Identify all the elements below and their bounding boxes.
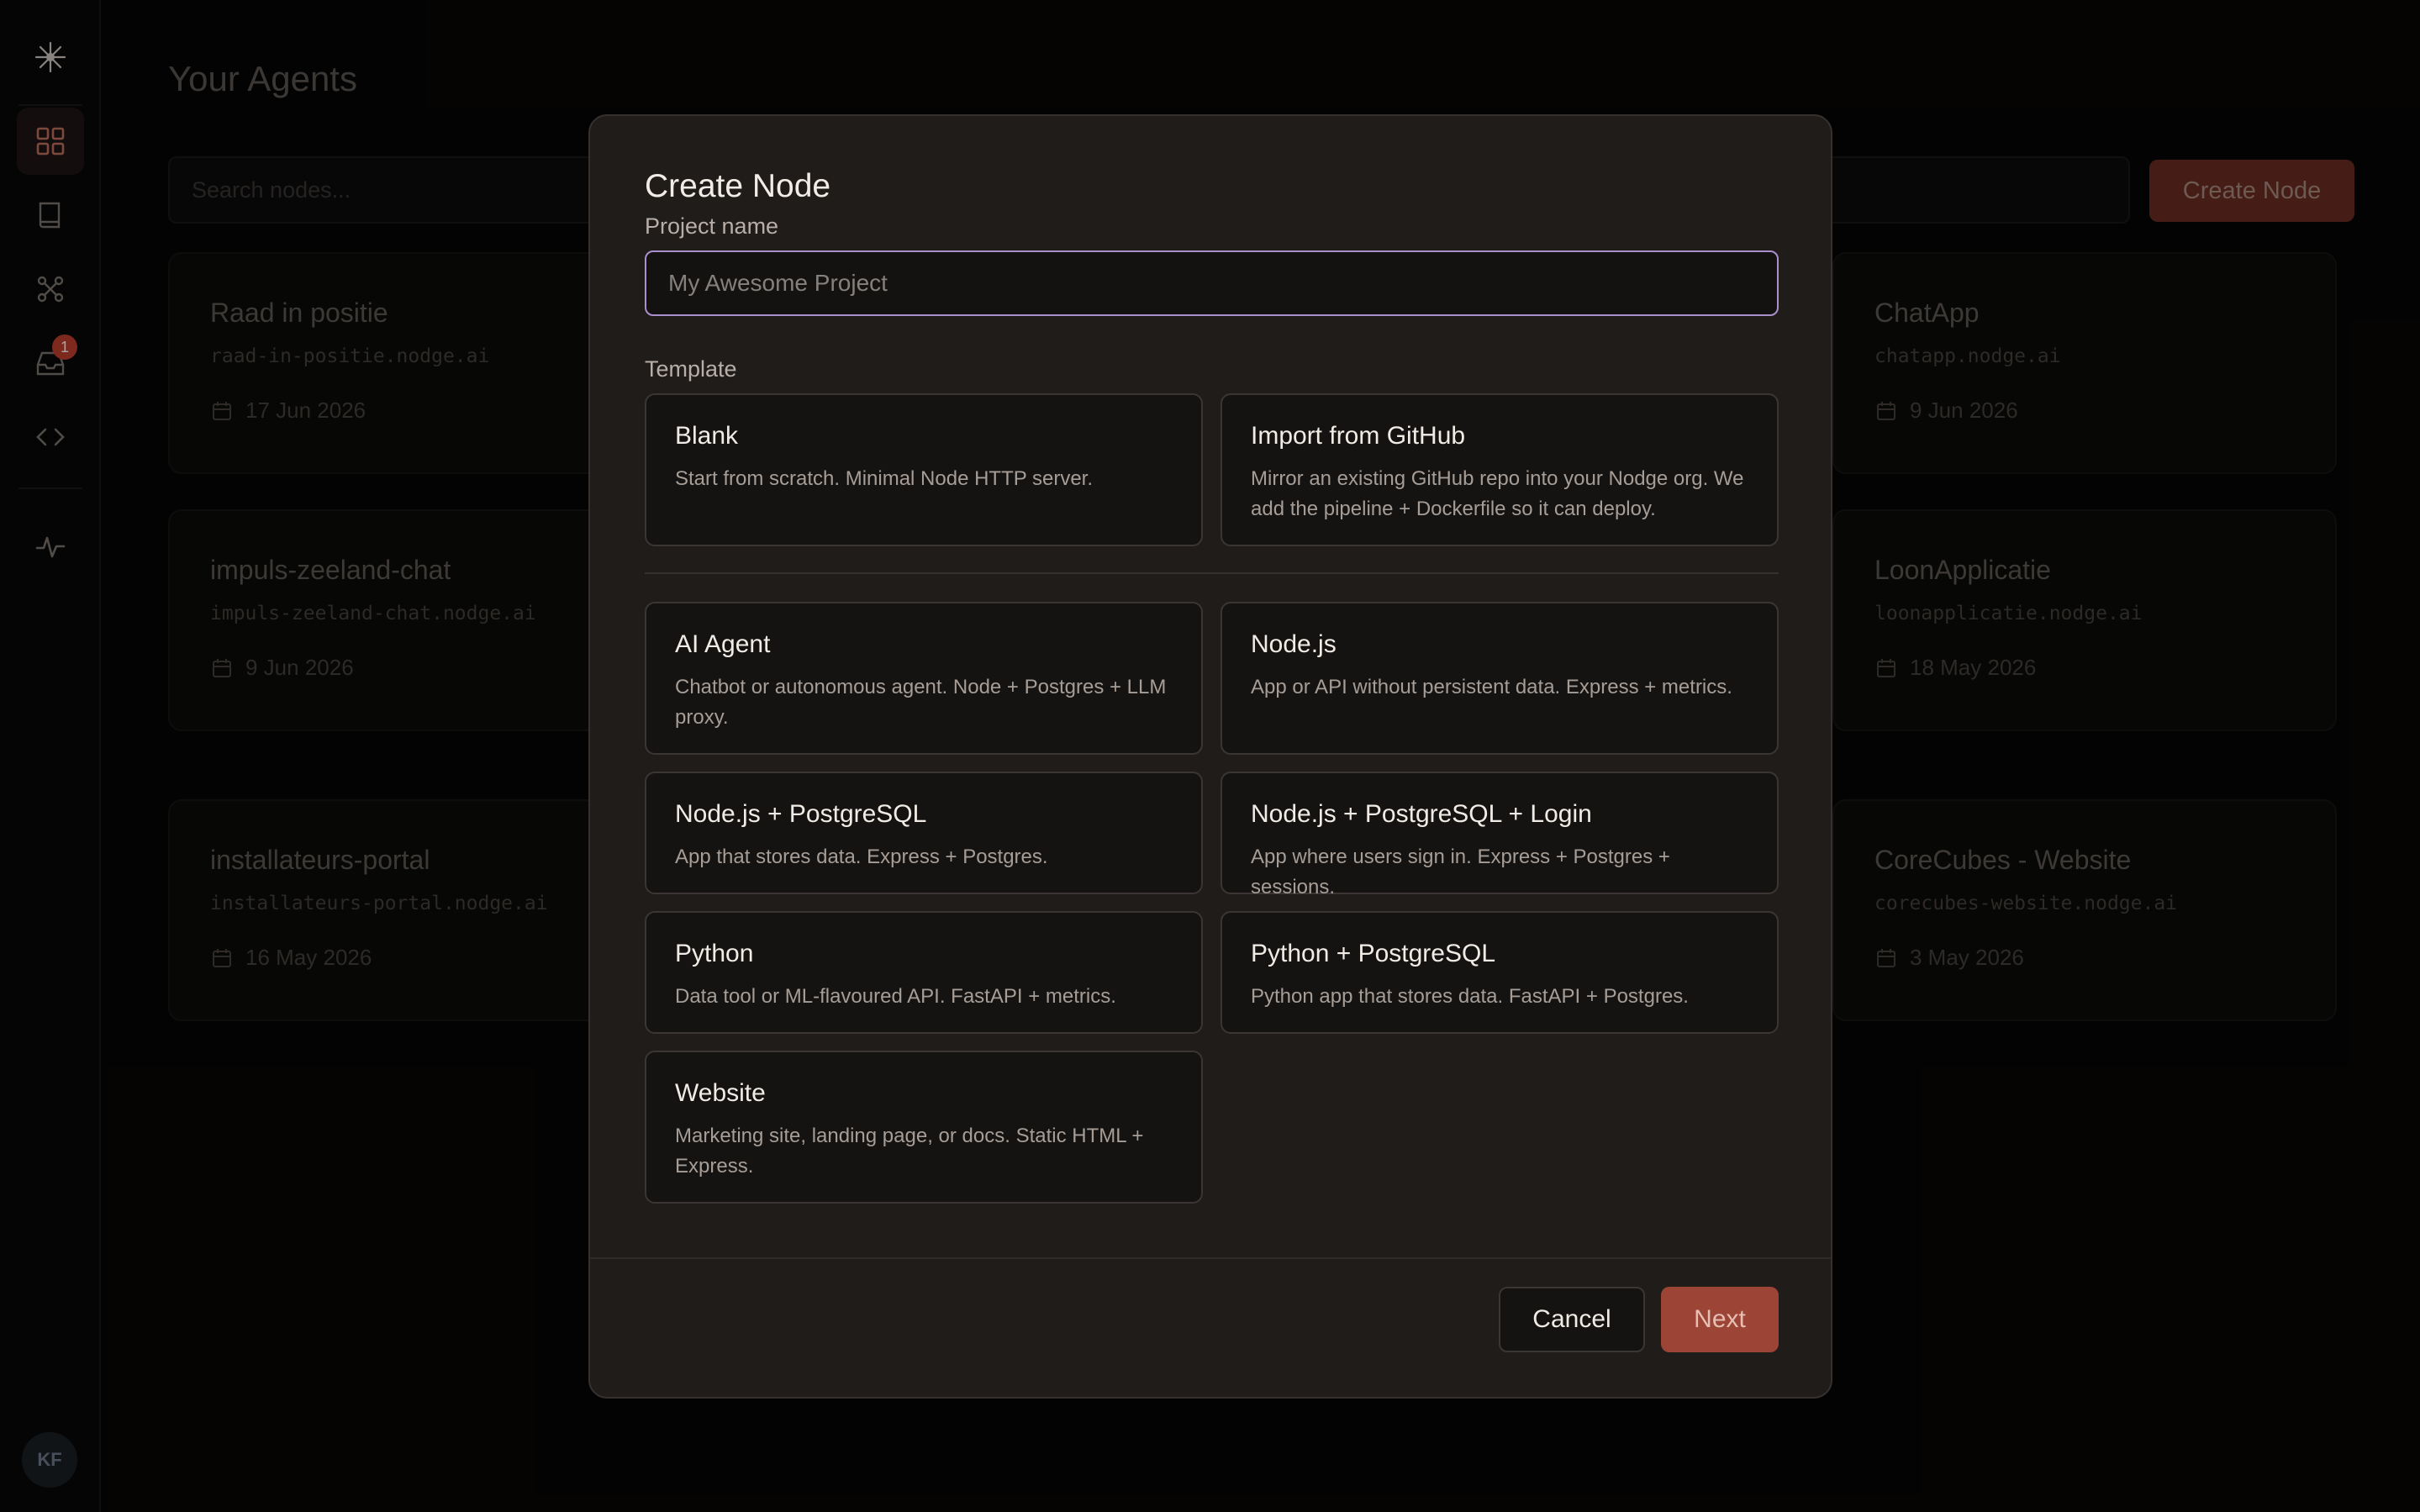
template-option-nodejs-postgresql[interactable]: Node.js + PostgreSQL App that stores dat… bbox=[645, 772, 1203, 894]
template-description: App that stores data. Express + Postgres… bbox=[675, 846, 1048, 868]
template-option-import-github[interactable]: Import from GitHub Mirror an existing Gi… bbox=[1221, 393, 1779, 546]
template-title: Node.js bbox=[1251, 630, 1337, 658]
template-option-python[interactable]: Python Data tool or ML-flavoured API. Fa… bbox=[645, 911, 1203, 1034]
template-option-ai-agent[interactable]: AI Agent Chatbot or autonomous agent. No… bbox=[645, 602, 1203, 755]
template-option-nodejs[interactable]: Node.js App or API without persistent da… bbox=[1221, 602, 1779, 755]
template-label: Template bbox=[645, 356, 737, 382]
template-description: App where users sign in. Express + Postg… bbox=[1251, 846, 1670, 898]
next-button[interactable]: Next bbox=[1661, 1287, 1779, 1352]
template-description: Mirror an existing GitHub repo into your… bbox=[1251, 467, 1744, 520]
dialog-title: Create Node bbox=[645, 168, 831, 204]
create-node-dialog: Create Node Project name Template Blank … bbox=[588, 114, 1832, 1399]
template-title: Website bbox=[675, 1079, 766, 1107]
template-description: App or API without persistent data. Expr… bbox=[1251, 676, 1732, 698]
template-title: Node.js + PostgreSQL + Login bbox=[1251, 800, 1592, 828]
template-title: AI Agent bbox=[675, 630, 771, 658]
template-option-website[interactable]: Website Marketing site, landing page, or… bbox=[645, 1051, 1203, 1204]
template-option-python-postgresql[interactable]: Python + PostgreSQL Python app that stor… bbox=[1221, 911, 1779, 1034]
template-title: Import from GitHub bbox=[1251, 422, 1466, 450]
project-name-label: Project name bbox=[645, 213, 779, 239]
template-option-nodejs-postgresql-login[interactable]: Node.js + PostgreSQL + Login App where u… bbox=[1221, 772, 1779, 898]
template-title: Python + PostgreSQL bbox=[1251, 940, 1496, 967]
template-description: Marketing site, landing page, or docs. S… bbox=[675, 1125, 1144, 1177]
template-title: Node.js + PostgreSQL bbox=[675, 800, 927, 828]
template-title: Blank bbox=[675, 422, 739, 450]
template-divider bbox=[645, 572, 1779, 574]
template-description: Start from scratch. Minimal Node HTTP se… bbox=[675, 467, 1094, 490]
template-title: Python bbox=[675, 940, 754, 967]
dialog-footer-divider bbox=[590, 1257, 1831, 1259]
cancel-button[interactable]: Cancel bbox=[1499, 1287, 1645, 1352]
template-description: Chatbot or autonomous agent. Node + Post… bbox=[675, 676, 1167, 729]
template-description: Python app that stores data. FastAPI + P… bbox=[1251, 985, 1689, 1008]
project-name-input[interactable] bbox=[645, 250, 1779, 316]
template-option-blank[interactable]: Blank Start from scratch. Minimal Node H… bbox=[645, 393, 1203, 546]
template-description: Data tool or ML-flavoured API. FastAPI +… bbox=[675, 985, 1116, 1008]
